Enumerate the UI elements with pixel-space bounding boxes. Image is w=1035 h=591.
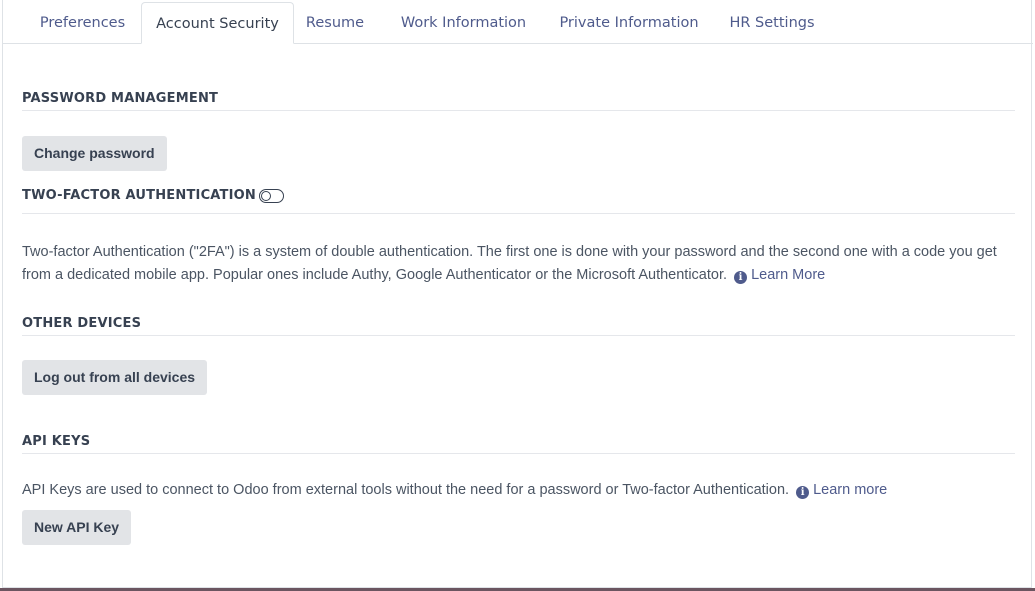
toggle-knob (261, 190, 271, 201)
password-management-title: PASSWORD MANAGEMENT (22, 91, 1015, 111)
tab-preferences[interactable]: Preferences (23, 2, 142, 44)
tab-account-security[interactable]: Account Security (141, 2, 294, 44)
form-sheet: Preferences Account Security Resume Work… (2, 0, 1033, 588)
change-password-button[interactable]: Change password (22, 136, 167, 171)
tab-resume[interactable]: Resume (294, 2, 376, 44)
other-devices-title: OTHER DEVICES (22, 316, 1015, 336)
two-factor-description: Two-factor Authentication ("2FA") is a s… (22, 241, 1012, 287)
logout-all-devices-button[interactable]: Log out from all devices (22, 360, 208, 395)
api-keys-description-text: API Keys are used to connect to Odoo fro… (22, 482, 790, 498)
info-icon: i (796, 486, 810, 499)
api-keys-title: API KEYS (22, 434, 1015, 454)
tab-work-information[interactable]: Work Information (385, 2, 542, 44)
notebook-tabs: Preferences Account Security Resume Work… (3, 0, 1033, 44)
tab-hr-settings[interactable]: HR Settings (716, 2, 828, 44)
api-keys-description: API Keys are used to connect to Odoo fro… (22, 479, 1012, 502)
new-api-key-button[interactable]: New API Key (22, 510, 132, 545)
two-factor-toggle[interactable] (259, 189, 284, 203)
two-factor-learn-more-link[interactable]: Learn More (751, 267, 825, 283)
two-factor-description-text: Two-factor Authentication ("2FA") is a s… (22, 244, 997, 283)
two-factor-title: TWO-FACTOR AUTHENTICATION (22, 188, 1015, 214)
info-icon: i (734, 271, 748, 284)
api-keys-learn-more-link[interactable]: Learn more (813, 482, 887, 498)
tab-private-information[interactable]: Private Information (543, 2, 715, 44)
two-factor-title-text: TWO-FACTOR AUTHENTICATION (22, 188, 256, 203)
